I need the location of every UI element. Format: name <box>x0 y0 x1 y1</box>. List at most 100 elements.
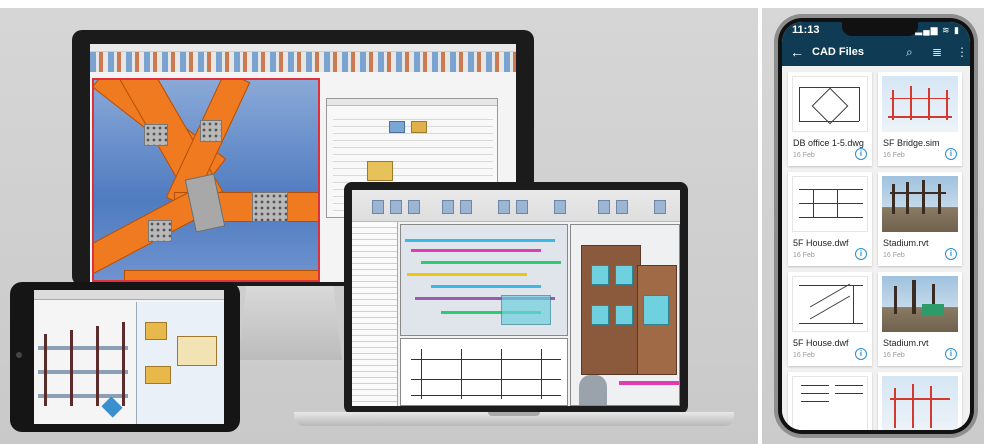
drawing-line <box>859 87 860 121</box>
file-thumbnail <box>882 76 958 132</box>
info-icon[interactable]: i <box>945 248 957 260</box>
tool-icon[interactable] <box>442 200 454 214</box>
tool-icon[interactable] <box>498 200 510 214</box>
more-vert-icon[interactable]: ⋮ <box>956 45 968 59</box>
file-card[interactable]: 5F House.dwf 16 Feb i <box>788 272 872 366</box>
tool-icon[interactable] <box>598 200 610 214</box>
bolt-group <box>148 220 172 242</box>
file-grid: DB office 1-5.dwg 16 Feb i SF Bridge.sim… <box>782 66 970 430</box>
drawing-line <box>421 349 422 399</box>
tool-icon[interactable] <box>390 200 402 214</box>
status-bar: 11:13 ▂▄▆ ≋ ▮ <box>782 22 970 40</box>
column <box>122 322 125 406</box>
info-icon[interactable]: i <box>855 148 867 160</box>
site-beam <box>890 192 946 194</box>
file-card[interactable]: Stadium.rvt 16 Feb i <box>878 272 962 366</box>
site-column <box>894 286 897 314</box>
gusset-plate <box>184 173 226 233</box>
arrow-left-icon[interactable]: ← <box>790 44 804 60</box>
tool-icon[interactable] <box>460 200 472 214</box>
properties-panel[interactable] <box>352 222 398 406</box>
floor-slab <box>38 346 128 350</box>
column <box>70 330 73 406</box>
site-column <box>892 184 895 214</box>
file-card[interactable] <box>788 372 872 430</box>
page-title: CAD Files <box>812 46 864 58</box>
file-thumbnail <box>792 376 868 430</box>
site-column <box>912 280 916 314</box>
dialog-title-bar <box>327 99 497 106</box>
drawing-line <box>835 393 863 394</box>
list-view-icon[interactable]: ≣ <box>932 45 942 59</box>
frame-member <box>894 388 896 428</box>
file-name: DB office 1-5.dwg <box>793 138 864 148</box>
tool-icon[interactable] <box>408 200 420 214</box>
toolbar[interactable] <box>90 52 516 72</box>
drawing-shape <box>811 87 849 125</box>
info-icon[interactable]: i <box>855 248 867 260</box>
file-date: 16 Feb <box>883 352 905 359</box>
frame-member <box>928 88 930 120</box>
drawing-line <box>837 189 838 217</box>
tool-icon[interactable] <box>372 200 384 214</box>
3d-steel-viewport[interactable] <box>92 78 320 282</box>
elevation-drawing-view[interactable] <box>400 338 568 406</box>
file-date: 16 Feb <box>883 252 905 259</box>
file-card[interactable]: Stadium.rvt 16 Feb i <box>878 172 962 266</box>
drawing-line <box>541 349 542 399</box>
file-card[interactable]: SF Bridge.sim 16 Feb i <box>878 72 962 166</box>
devices-showcase: 11:13 ▂▄▆ ≋ ▮ ← CAD Files ⌕ ≣ ⋮ DB offic… <box>0 0 984 444</box>
tool-icon[interactable] <box>516 200 528 214</box>
status-time: 11:13 <box>792 24 820 36</box>
tool-icon[interactable] <box>554 200 566 214</box>
drawing-line <box>813 189 814 217</box>
tool-icon[interactable] <box>616 200 628 214</box>
drawing-line <box>799 189 863 190</box>
drawing-line <box>801 385 829 386</box>
ribbon-toolbar[interactable] <box>352 190 680 222</box>
file-thumbnail <box>792 76 868 132</box>
bolt-group <box>252 192 288 222</box>
connection-preview-icon <box>389 121 405 133</box>
toolbar[interactable] <box>34 290 224 300</box>
file-card[interactable]: DB office 1-5.dwg 16 Feb i <box>788 72 872 166</box>
pipe <box>619 381 679 385</box>
info-icon[interactable]: i <box>945 148 957 160</box>
tool-icon[interactable] <box>654 200 666 214</box>
file-date: 16 Feb <box>793 252 815 259</box>
file-name: 5F House.dwf <box>793 238 849 248</box>
search-icon[interactable]: ⌕ <box>906 45 913 59</box>
frame-member <box>890 98 950 99</box>
drawing-line <box>835 385 863 386</box>
file-thumbnail <box>882 376 958 430</box>
detail-thumbnail <box>177 336 217 366</box>
info-icon[interactable]: i <box>855 348 867 360</box>
drawing-line <box>799 87 800 121</box>
info-icon[interactable]: i <box>945 348 957 360</box>
drawing-line <box>799 203 863 204</box>
mep-3d-view[interactable] <box>400 224 568 336</box>
room-volume <box>501 295 551 325</box>
tablet-camera <box>16 352 22 358</box>
drawing-line <box>809 283 851 308</box>
drawing-line <box>799 323 863 324</box>
pipe <box>431 285 541 288</box>
column <box>44 334 47 406</box>
laptop-notch <box>488 412 540 416</box>
plate-preview-icon <box>367 161 393 181</box>
frame-member <box>892 90 894 120</box>
tablet-cad-app <box>34 290 224 424</box>
menu-bar[interactable] <box>90 44 516 52</box>
properties-pane[interactable] <box>136 302 224 424</box>
drawing-line <box>801 393 829 394</box>
architectural-3d-view[interactable] <box>570 224 680 406</box>
file-name: Stadium.rvt <box>883 338 929 348</box>
window <box>591 305 609 325</box>
window <box>615 305 633 325</box>
file-card[interactable] <box>878 372 962 430</box>
drawing-line <box>461 349 462 399</box>
file-card[interactable]: 5F House.dwf 16 Feb i <box>788 172 872 266</box>
drawing-line <box>799 217 863 218</box>
drawing-line <box>501 349 502 399</box>
file-name: 5F House.dwf <box>793 338 849 348</box>
